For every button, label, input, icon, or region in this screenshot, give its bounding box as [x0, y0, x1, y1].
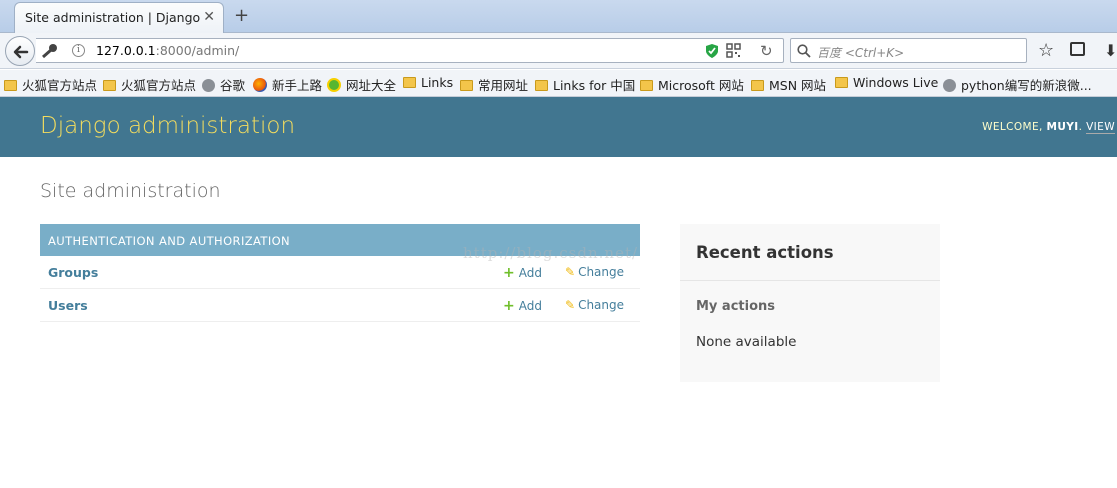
bookmark-item[interactable]: 新手上路	[253, 75, 322, 94]
bookmark-item[interactable]: 火狐官方站点	[103, 75, 196, 94]
bookmark-item[interactable]: Microsoft 网站	[640, 75, 744, 94]
folder-icon	[535, 80, 548, 91]
user-tools-separator: .	[1078, 121, 1087, 133]
my-actions-heading: My actions	[696, 299, 776, 314]
bookmark-label: 新手上路	[272, 78, 323, 93]
users-add-link[interactable]: + Add	[503, 298, 542, 314]
back-arrow-icon	[13, 45, 29, 59]
back-button[interactable]	[5, 36, 35, 66]
groups-add-link[interactable]: + Add	[503, 265, 542, 281]
view-site-link[interactable]: VIEW	[1086, 121, 1115, 134]
welcome-text: WELCOME,	[982, 121, 1047, 133]
tab-title: Site administration | Django...	[25, 10, 200, 25]
tab-site-administration[interactable]: Site administration | Django... ✕	[14, 2, 224, 33]
groups-change-link[interactable]: ✎ Change	[565, 265, 624, 279]
add-label: Add	[518, 299, 542, 313]
globe-icon	[202, 79, 215, 92]
bookmark-label: 火狐官方站点	[121, 78, 197, 93]
bookmark-label: Microsoft 网站	[658, 78, 744, 93]
site-info-icon[interactable]: i	[72, 44, 85, 57]
bookmark-item[interactable]: 常用网址	[460, 75, 528, 94]
pencil-icon: ✎	[565, 298, 576, 312]
folder-icon	[835, 77, 848, 88]
download-icon[interactable]: ⬇	[1104, 41, 1117, 60]
url-bar[interactable]: i 127.0.0.1:8000/admin/ ↻	[36, 38, 784, 63]
qr-code-icon[interactable]	[726, 43, 741, 58]
search-bar[interactable]: 百度 <Ctrl+K>	[790, 38, 1027, 63]
site-brand[interactable]: Django administration	[40, 113, 295, 139]
bookmark-item[interactable]: 谷歌	[202, 75, 245, 94]
add-icon: +	[503, 298, 515, 314]
users-link[interactable]: Users	[48, 298, 88, 313]
groups-link[interactable]: Groups	[48, 265, 98, 280]
reload-icon[interactable]: ↻	[760, 42, 773, 60]
folder-icon	[403, 77, 416, 88]
users-change-link[interactable]: ✎ Change	[565, 298, 624, 312]
add-icon: +	[503, 265, 515, 281]
bookmark-item[interactable]: MSN 网站	[751, 75, 826, 94]
shield-icon[interactable]	[705, 43, 719, 59]
page-title: Site administration	[40, 180, 221, 202]
globe-icon	[943, 79, 956, 92]
recent-actions-title: Recent actions	[696, 243, 834, 262]
bookmark-label: Links for 中国	[553, 78, 636, 93]
folder-icon	[103, 80, 116, 91]
folder-icon	[460, 80, 473, 91]
search-placeholder: 百度 <Ctrl+K>	[817, 46, 905, 60]
recent-actions-panel: Recent actions My actions None available	[680, 224, 940, 382]
firefox-icon	[253, 78, 267, 92]
new-tab-button[interactable]: +	[234, 5, 249, 26]
bookmark-item[interactable]: python编写的新浪微...	[943, 75, 1092, 94]
navigation-bar: i 127.0.0.1:8000/admin/ ↻ 百度 <Ctrl+K> ☆ …	[0, 33, 1117, 69]
folder-icon	[640, 80, 653, 91]
url-text[interactable]: 127.0.0.1:8000/admin/	[96, 43, 239, 58]
bookmark-item[interactable]: Windows Live	[835, 75, 938, 90]
add-label: Add	[518, 266, 542, 280]
bookmark-label: Links	[421, 75, 454, 90]
bookmark-label: 谷歌	[220, 78, 246, 93]
bookmark-star-icon[interactable]: ☆	[1038, 40, 1054, 61]
close-tab-icon[interactable]: ✕	[203, 9, 215, 25]
none-available-text: None available	[696, 334, 797, 350]
key-icon[interactable]	[40, 43, 60, 59]
bookmark-item[interactable]: 火狐官方站点	[4, 75, 97, 94]
search-icon	[797, 44, 811, 58]
change-label: Change	[578, 265, 625, 279]
bookmark-label: 常用网址	[478, 78, 529, 93]
url-path: :8000/admin/	[155, 43, 240, 58]
bookmarks-toolbar: 火狐官方站点 火狐官方站点 谷歌 新手上路 网址大全 Links 常用网址 Li…	[0, 70, 1117, 97]
bookmark-label: Windows Live	[853, 75, 939, 90]
folder-icon	[4, 80, 17, 91]
bookmark-label: MSN 网站	[769, 78, 827, 93]
django-header: Django administration WELCOME, MUYI. VIE…	[0, 97, 1117, 157]
tab-strip: Site administration | Django... ✕ +	[0, 0, 1117, 33]
url-host: 127.0.0.1	[96, 43, 156, 58]
nav360-icon	[327, 78, 341, 92]
bookmark-label: python编写的新浪微...	[961, 78, 1092, 93]
change-label: Change	[578, 298, 625, 312]
bookmark-label: 火狐官方站点	[22, 78, 98, 93]
user-tools: WELCOME, MUYI. VIEW	[982, 121, 1115, 134]
reading-list-icon[interactable]	[1070, 42, 1085, 56]
divider	[680, 280, 940, 281]
auth-app-module: AUTHENTICATION AND AUTHORIZATION Groups …	[40, 224, 640, 322]
bookmark-item[interactable]: 网址大全	[327, 75, 396, 94]
bookmark-label: 网址大全	[346, 78, 397, 93]
folder-icon	[751, 80, 764, 91]
model-row-users: Users + Add ✎ Change	[40, 289, 640, 322]
bookmark-item[interactable]: Links	[403, 75, 453, 90]
pencil-icon: ✎	[565, 265, 576, 279]
username: MUYI	[1046, 121, 1079, 133]
watermark: http://blog.csdn.net/	[463, 244, 639, 262]
bookmark-item[interactable]: Links for 中国	[535, 75, 635, 94]
